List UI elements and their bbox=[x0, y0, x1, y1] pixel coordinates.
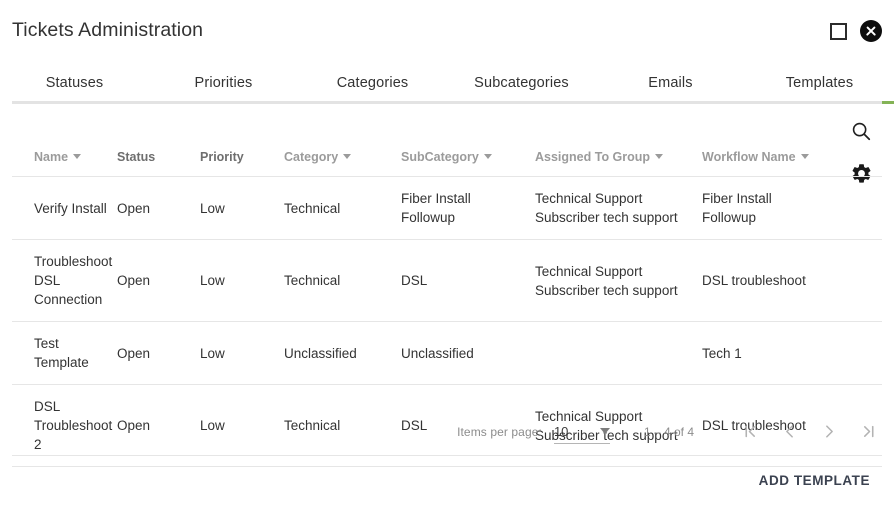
chevron-down-icon bbox=[73, 154, 82, 160]
chevron-down-icon bbox=[483, 154, 492, 160]
table-row[interactable]: Verify Install Open Low Technical Fiber … bbox=[12, 176, 882, 240]
pagination-buttons bbox=[736, 419, 882, 445]
maximize-icon[interactable] bbox=[830, 22, 847, 40]
title-bar: Tickets Administration bbox=[0, 0, 894, 62]
tab-label: Subcategories bbox=[474, 75, 569, 91]
items-per-page-value: 10 bbox=[553, 423, 569, 439]
last-page-button[interactable] bbox=[856, 419, 882, 445]
chevron-down-icon bbox=[599, 428, 610, 434]
cell-category: Technical bbox=[284, 239, 401, 322]
tab-label: Emails bbox=[648, 75, 693, 91]
next-page-button[interactable] bbox=[816, 419, 842, 445]
chevron-down-icon bbox=[800, 154, 809, 160]
tab-bar: Statuses Priorities Categories Subcatego… bbox=[0, 62, 894, 104]
table-row[interactable]: Test Template Open Low Unclassified Uncl… bbox=[12, 321, 882, 385]
cell-assigned-to-group bbox=[535, 321, 702, 385]
column-header-label: Category bbox=[284, 150, 339, 164]
column-header-priority: Priority bbox=[200, 104, 284, 177]
tickets-administration-dialog: Tickets Administration Statuses Prioriti… bbox=[0, 0, 894, 512]
tab-subcategories[interactable]: Subcategories bbox=[447, 62, 596, 104]
table-row[interactable]: Troubleshoot DSL Connection Open Low Tec… bbox=[12, 239, 882, 322]
cell-status: Open bbox=[117, 176, 200, 240]
column-header-label: Name bbox=[34, 150, 69, 164]
cell-assigned-to-group: Technical Support Subscriber tech suppor… bbox=[535, 176, 702, 240]
cell-subcategory: Fiber Install Followup bbox=[401, 176, 535, 240]
pagination-range-label: 1 – 4 of 4 bbox=[643, 424, 694, 439]
column-header-status: Status bbox=[117, 104, 200, 177]
add-template-button[interactable]: ADD TEMPLATE bbox=[753, 465, 876, 496]
cell-category: Unclassified bbox=[284, 321, 401, 385]
cell-status: Open bbox=[117, 321, 200, 385]
table-header-row: Name Status Priority Category SubCategor… bbox=[12, 104, 882, 177]
column-header-category[interactable]: Category bbox=[284, 104, 401, 177]
column-header-name[interactable]: Name bbox=[12, 104, 117, 177]
cell-category: Technical bbox=[284, 176, 401, 240]
column-header-label: SubCategory bbox=[401, 150, 479, 164]
items-per-page-select[interactable]: 10 bbox=[553, 419, 610, 444]
tab-categories[interactable]: Categories bbox=[298, 62, 447, 104]
column-header-label: Priority bbox=[200, 150, 244, 164]
page-title: Tickets Administration bbox=[12, 19, 204, 41]
cell-name: Troubleshoot DSL Connection bbox=[12, 239, 117, 322]
cell-priority: Low bbox=[200, 321, 284, 385]
cell-subcategory: Unclassified bbox=[401, 321, 535, 385]
column-header-actions bbox=[830, 104, 882, 177]
dialog-footer: ADD TEMPLATE bbox=[0, 455, 894, 512]
cell-subcategory: DSL bbox=[401, 239, 535, 322]
paginator: Items per page: 10 1 – 4 of 4 bbox=[12, 408, 882, 455]
tab-label: Templates bbox=[785, 75, 854, 91]
cell-actions bbox=[830, 176, 882, 240]
tab-label: Categories bbox=[336, 75, 409, 91]
tab-label: Statuses bbox=[45, 75, 104, 91]
column-header-assigned-to-group[interactable]: Assigned To Group bbox=[535, 104, 702, 177]
cell-name: Test Template bbox=[12, 321, 117, 385]
cell-workflow-name[interactable]: Fiber Install Followup bbox=[702, 176, 830, 240]
previous-page-button[interactable] bbox=[776, 419, 802, 445]
tab-label: Priorities bbox=[194, 75, 253, 91]
templates-table-area: Name Status Priority Category SubCategor… bbox=[0, 104, 894, 512]
cell-workflow-name[interactable]: Tech 1 bbox=[702, 321, 830, 385]
column-header-label: Workflow Name bbox=[702, 150, 796, 164]
workflow-link[interactable]: DSL troubleshoot bbox=[702, 273, 806, 288]
close-icon[interactable] bbox=[860, 20, 882, 42]
tab-priorities[interactable]: Priorities bbox=[149, 62, 298, 104]
window-controls bbox=[830, 20, 882, 42]
column-header-label: Status bbox=[117, 150, 156, 164]
cell-status: Open bbox=[117, 239, 200, 322]
tab-emails[interactable]: Emails bbox=[596, 62, 745, 104]
items-per-page-label: Items per page: bbox=[457, 424, 542, 439]
tab-templates[interactable]: Templates bbox=[745, 62, 894, 104]
chevron-down-icon bbox=[343, 154, 352, 160]
cell-actions bbox=[830, 321, 882, 385]
workflow-link[interactable]: Fiber Install Followup bbox=[702, 191, 772, 225]
cell-actions bbox=[830, 239, 882, 322]
chevron-down-icon bbox=[655, 154, 664, 160]
column-header-subcategory[interactable]: SubCategory bbox=[401, 104, 535, 177]
cell-name: Verify Install bbox=[12, 176, 117, 240]
first-page-button[interactable] bbox=[736, 419, 762, 445]
column-header-label: Assigned To Group bbox=[535, 150, 651, 164]
tab-statuses[interactable]: Statuses bbox=[0, 62, 149, 104]
table-head: Name Status Priority Category SubCategor… bbox=[12, 104, 882, 177]
cell-workflow-name[interactable]: DSL troubleshoot bbox=[702, 239, 830, 322]
workflow-link[interactable]: Tech 1 bbox=[702, 346, 742, 361]
column-header-workflow-name[interactable]: Workflow Name bbox=[702, 104, 830, 177]
cell-priority: Low bbox=[200, 239, 284, 322]
cell-priority: Low bbox=[200, 176, 284, 240]
cell-assigned-to-group: Technical Support Subscriber tech suppor… bbox=[535, 239, 702, 322]
